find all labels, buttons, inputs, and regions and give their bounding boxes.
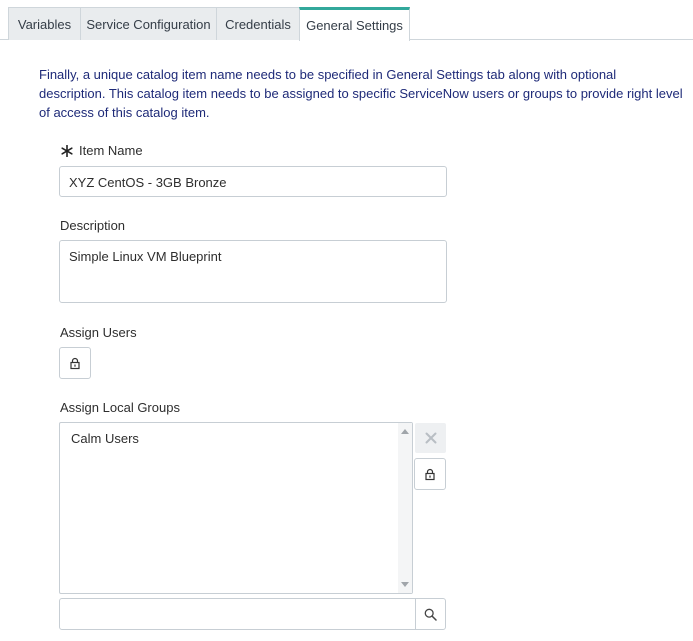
tab-credentials[interactable]: Credentials	[216, 7, 300, 40]
tab-label: General Settings	[306, 18, 403, 33]
intro-text: Finally, a unique catalog item name need…	[39, 67, 683, 120]
assign-local-groups-label: Assign Local Groups	[60, 400, 180, 415]
description-value: Simple Linux VM Blueprint	[69, 249, 222, 264]
item-name-label: Item Name	[79, 143, 143, 158]
tab-label: Variables	[17, 16, 72, 32]
lock-icon	[425, 468, 435, 480]
description-label: Description	[60, 218, 126, 233]
tab-bar: Variables Service Configuration Credenti…	[0, 0, 693, 41]
scroll-down-icon[interactable]	[401, 582, 409, 587]
search-icon	[424, 608, 437, 621]
scroll-up-icon[interactable]	[401, 429, 409, 434]
close-icon	[425, 432, 436, 444]
list-scrollbar[interactable]	[398, 423, 412, 593]
assign-groups-lock-button[interactable]	[414, 458, 446, 490]
item-name-value: XYZ CentOS - 3GB Bronze	[69, 175, 227, 190]
group-search-button[interactable]	[415, 598, 446, 630]
assign-users-lock-button[interactable]	[59, 347, 91, 379]
asterisk-icon	[61, 145, 73, 157]
remove-group-button[interactable]	[415, 423, 446, 453]
local-groups-list[interactable]: Calm Users	[59, 422, 413, 594]
item-name-input[interactable]: XYZ CentOS - 3GB Bronze	[59, 166, 447, 197]
list-item[interactable]: Calm Users	[71, 431, 139, 446]
tab-general-settings[interactable]: General Settings	[299, 7, 410, 41]
tab-service-configuration[interactable]: Service Configuration	[80, 7, 217, 40]
assign-users-label: Assign Users	[60, 325, 137, 340]
description-textarea[interactable]: Simple Linux VM Blueprint	[59, 240, 447, 303]
lock-icon	[70, 357, 80, 369]
tab-label: Credentials	[225, 16, 291, 32]
group-search-input[interactable]	[59, 598, 416, 630]
tab-label: Service Configuration	[86, 16, 211, 32]
tab-variables[interactable]: Variables	[8, 7, 81, 40]
